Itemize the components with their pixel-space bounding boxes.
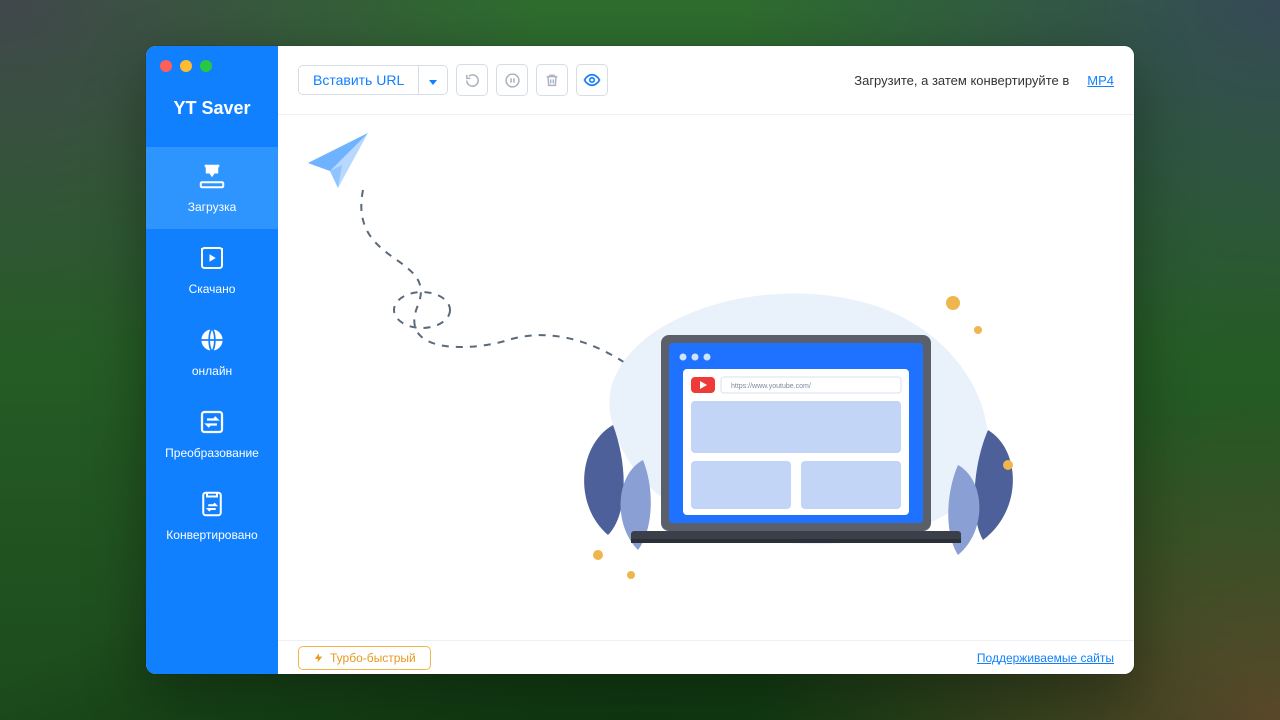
window-controls xyxy=(146,46,278,80)
globe-icon xyxy=(197,325,227,355)
convert-hint-text: Загрузите, а затем конвертируйте в xyxy=(854,73,1069,88)
empty-state-illustration: https://www.youtube.com/ xyxy=(278,115,1134,635)
toggle-visibility-button[interactable] xyxy=(576,64,608,96)
paste-url-dropdown[interactable] xyxy=(418,66,447,94)
minimize-window-button[interactable] xyxy=(180,60,192,72)
output-format-link[interactable]: MP4 xyxy=(1087,73,1114,88)
resume-all-button[interactable] xyxy=(456,64,488,96)
nav-label: онлайн xyxy=(192,365,232,377)
content-area: https://www.youtube.com/ xyxy=(278,115,1134,640)
chevron-down-icon xyxy=(429,80,437,85)
nav-converted[interactable]: Конвертировано xyxy=(146,475,278,557)
download-icon xyxy=(197,161,227,191)
nav-online[interactable]: онлайн xyxy=(146,311,278,393)
nav-label: Преобразование xyxy=(165,447,259,459)
maximize-window-button[interactable] xyxy=(200,60,212,72)
lightning-icon xyxy=(313,652,324,664)
delete-all-button[interactable] xyxy=(536,64,568,96)
nav-downloaded[interactable]: Скачано xyxy=(146,229,278,311)
close-window-button[interactable] xyxy=(160,60,172,72)
eye-icon xyxy=(583,71,601,89)
nav-download[interactable]: Загрузка xyxy=(146,147,278,229)
refresh-icon xyxy=(464,72,481,89)
nav-label: Скачано xyxy=(189,283,236,295)
status-bar: Турбо-быстрый Поддерживаемые сайты xyxy=(278,640,1134,674)
paste-url-split-button: Вставить URL xyxy=(298,65,448,95)
supported-sites-link[interactable]: Поддерживаемые сайты xyxy=(977,651,1114,665)
nav-convert[interactable]: Преобразование xyxy=(146,393,278,475)
nav-label: Загрузка xyxy=(188,201,237,213)
nav-label: Конвертировано xyxy=(166,529,257,541)
app-window: YT Saver Загрузка Скачано xyxy=(146,46,1134,674)
main-panel: Вставить URL xyxy=(278,46,1134,674)
toolbar: Вставить URL xyxy=(278,46,1134,106)
app-title: YT Saver xyxy=(146,80,278,147)
pause-all-button[interactable] xyxy=(496,64,528,96)
sidebar-nav: Загрузка Скачано онлайн xyxy=(146,147,278,557)
pause-icon xyxy=(504,72,521,89)
converted-file-icon xyxy=(197,489,227,519)
video-file-icon xyxy=(197,243,227,273)
trash-icon xyxy=(544,72,560,88)
convert-icon xyxy=(197,407,227,437)
illus-url-text: https://www.youtube.com/ xyxy=(731,383,811,390)
turbo-label: Турбо-быстрый xyxy=(330,651,416,665)
paste-url-button[interactable]: Вставить URL xyxy=(299,66,418,94)
turbo-mode-button[interactable]: Турбо-быстрый xyxy=(298,646,431,670)
sidebar: YT Saver Загрузка Скачано xyxy=(146,46,278,674)
